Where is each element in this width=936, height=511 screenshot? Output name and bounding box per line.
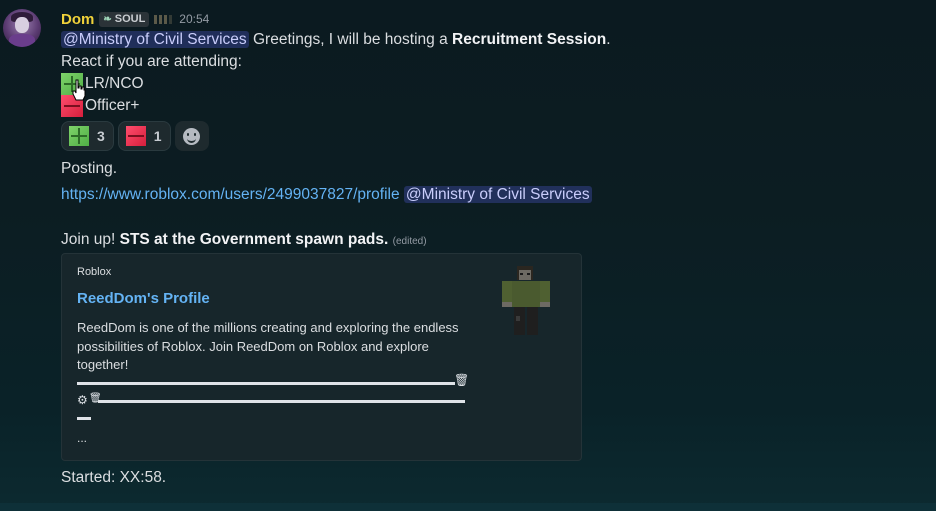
greeting-suffix: . [606, 31, 611, 48]
message-header: Dom ❧ SOUL 20:54 [61, 10, 209, 28]
user-avatar[interactable] [3, 9, 41, 47]
edited-label: (edited) [392, 236, 427, 247]
join-text: Join up! [61, 231, 120, 248]
reaction-minus[interactable]: 1 [117, 121, 171, 151]
greeting-bold: Recruitment Session [452, 31, 607, 48]
timestamp[interactable]: 20:54 [179, 12, 209, 26]
embed-provider[interactable]: Roblox [77, 266, 111, 278]
divider-line [77, 382, 455, 385]
bottom-divider [0, 503, 936, 511]
divider-line [98, 400, 465, 403]
greeting-line: @Ministry of Civil Services Greetings, I… [61, 30, 611, 50]
link-embed: Roblox ReedDom's Profile ReedDom is one … [61, 253, 582, 461]
plus-emoji-icon [69, 126, 89, 146]
option-1-label: LR/NCO [85, 75, 144, 93]
gear-icon: ⚙ [77, 393, 88, 407]
started-text: Started: XX:58. [61, 469, 167, 486]
smiley-icon [183, 127, 201, 145]
join-line: Join up! STS at the Government spawn pad… [61, 230, 427, 252]
profile-link[interactable]: https://www.roblox.com/users/2499037827/… [61, 186, 400, 203]
reaction-bar: 3 1 [61, 121, 209, 151]
greeting-text: Greetings, I will be hosting a [248, 31, 453, 48]
minus-emoji-icon [125, 126, 146, 146]
hand-cursor-icon [72, 79, 86, 101]
badge-icon [154, 14, 174, 24]
divider-line [77, 417, 91, 420]
add-reaction-button[interactable] [174, 121, 209, 151]
profile-line: https://www.roblox.com/users/2499037827/… [61, 185, 592, 205]
embed-description: ReedDom is one of the millions creating … [77, 320, 459, 372]
trash-icon: 🗑 [454, 373, 470, 387]
option-2-label: Officer+ [85, 97, 140, 115]
embed-ellipsis: ... [77, 431, 88, 445]
reaction-count: 1 [153, 128, 162, 144]
role-mention[interactable]: @Ministry of Civil Services [61, 31, 249, 48]
chat-message: Dom ❧ SOUL 20:54 @Ministry of Civil Serv… [0, 0, 936, 511]
trash-icon: 🗑 [89, 393, 102, 404]
guild-tag[interactable]: ❧ SOUL [99, 11, 150, 27]
join-bold: STS at the Government spawn pads. [119, 231, 389, 248]
embed-title[interactable]: ReedDom's Profile [77, 290, 210, 307]
react-prompt: React if you are attending: [61, 53, 242, 70]
role-mention[interactable]: @Ministry of Civil Services [403, 186, 592, 203]
avatar-thumbnail-image[interactable] [494, 264, 558, 344]
leaf-icon: ❧ [103, 13, 112, 25]
reaction-count: 3 [97, 128, 105, 144]
reaction-plus[interactable]: 3 [61, 121, 114, 151]
guild-tag-label: SOUL [114, 13, 146, 25]
posting-text: Posting. [61, 160, 118, 177]
username[interactable]: Dom [61, 11, 94, 28]
